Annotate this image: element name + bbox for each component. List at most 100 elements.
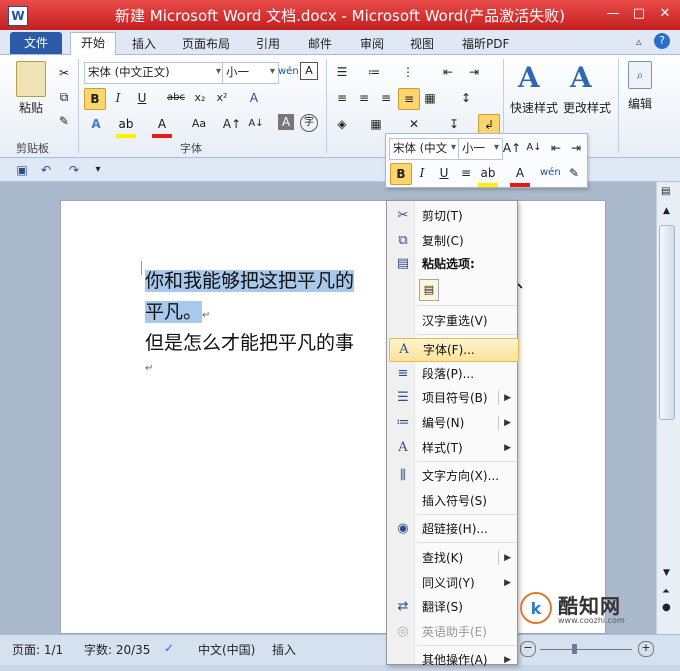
quick-styles-button[interactable]: 快速样式 (508, 99, 560, 116)
text-line-3[interactable]: 但是怎么才能把平凡的事 (145, 328, 354, 355)
menu-item-other-actions[interactable]: 其他操作(A) ▶ (389, 649, 517, 671)
minimize-button[interactable]: — (600, 4, 626, 24)
cut-icon[interactable]: ✂ (54, 63, 74, 83)
shrink-font-icon[interactable]: A↓ (246, 114, 266, 134)
phonetic-guide-icon[interactable]: wén (278, 62, 299, 82)
menu-item-bullets[interactable]: ☰ 项目符号(B) ▶ (389, 387, 517, 409)
mini-highlight-icon[interactable]: ab (478, 163, 498, 187)
mini-italic-button[interactable]: I (412, 163, 432, 183)
find-binoculars-icon[interactable]: ⌕ (628, 61, 652, 89)
scroll-down-arrow[interactable]: ▼ (663, 568, 670, 578)
close-button[interactable]: ✕ (652, 4, 678, 24)
menu-item-hyperlink[interactable]: ◉ 超链接(H)... (389, 518, 517, 540)
character-shading-icon[interactable]: A (278, 114, 294, 130)
copy-icon[interactable]: ⧉ (54, 87, 74, 107)
tab-foxit-pdf[interactable]: 福昕PDF (452, 34, 519, 54)
mini-shrink-font-icon[interactable]: A↓ (524, 138, 544, 158)
menu-item-styles[interactable]: A 样式(T) ▶ (389, 437, 517, 459)
subscript-button[interactable]: x₂ (190, 88, 210, 108)
paste-button-label[interactable]: 粘贴 (14, 99, 48, 116)
menu-item-text-direction[interactable]: ⫼ 文字方向(X)... (389, 465, 517, 487)
mini-underline-button[interactable]: U (434, 163, 454, 183)
menu-item-paragraph[interactable]: ≡ 段落(P)... (389, 363, 517, 385)
scrollbar-thumb[interactable] (659, 225, 675, 420)
minimize-ribbon-icon[interactable]: ▵ (636, 35, 642, 48)
decrease-indent-icon[interactable]: ⇤ (438, 62, 458, 82)
menu-item-translate[interactable]: ⇄ 翻译(S) (389, 596, 517, 618)
borders-icon[interactable]: ▦ (366, 114, 386, 134)
chinese-layout-icon[interactable]: ✕ (404, 114, 424, 134)
mini-increase-indent-icon[interactable]: ⇥ (566, 138, 586, 158)
menu-item-font[interactable]: A 字体(F)... (389, 338, 519, 362)
character-border-icon[interactable]: A (300, 62, 318, 80)
tab-file[interactable]: 文件 (10, 32, 63, 54)
zoom-out-icon[interactable]: − (520, 641, 536, 657)
mini-format-painter-icon[interactable]: ✎ (564, 163, 584, 183)
menu-item-find[interactable]: 查找(K) ▶ (389, 547, 517, 569)
change-styles-button[interactable]: 更改样式 (560, 99, 614, 116)
previous-page-icon[interactable]: ⏶ (662, 586, 670, 597)
document-page[interactable]: 你和我能够把这把平凡的 、 平凡。↵ 但是怎么才能把平凡的事 ↵ (60, 200, 606, 634)
help-icon[interactable]: ? (654, 33, 670, 49)
clear-formatting-icon[interactable]: Ａ (244, 88, 264, 108)
align-center-icon[interactable]: ≡ (354, 88, 374, 108)
page-count[interactable]: 页面: 1/1 (12, 641, 63, 658)
sort-icon[interactable]: ↧ (444, 114, 464, 134)
mini-decrease-indent-icon[interactable]: ⇤ (546, 138, 566, 158)
font-color-icon[interactable]: A (152, 114, 172, 138)
highlight-color-icon[interactable]: ab (116, 114, 136, 138)
maximize-button[interactable]: □ (626, 4, 652, 24)
language-indicator[interactable]: 中文(中国) (198, 641, 255, 658)
mini-grow-font-icon[interactable]: A↑ (502, 138, 522, 158)
strikethrough-button[interactable]: abc (164, 88, 188, 108)
bold-button[interactable]: B (84, 88, 106, 110)
save-icon[interactable]: ▣ (12, 160, 32, 180)
mini-center-icon[interactable]: ≡ (456, 163, 476, 183)
tab-mailings[interactable]: 邮件 (298, 34, 342, 54)
undo-icon[interactable]: ↶ (36, 160, 56, 180)
enclose-characters-icon[interactable]: 字 (300, 114, 318, 132)
line-spacing-icon[interactable]: ↕ (456, 88, 476, 108)
mini-font-combo[interactable]: 宋体 (中文 (389, 138, 460, 160)
justify-icon[interactable]: ≡ (398, 88, 420, 110)
text-effects-icon[interactable]: A (86, 114, 106, 134)
font-name-combo[interactable]: 宋体 (中文正文) (84, 62, 225, 84)
align-left-icon[interactable]: ≡ (332, 88, 352, 108)
change-case-icon[interactable]: Aa (186, 114, 212, 134)
superscript-button[interactable]: x² (212, 88, 232, 108)
text-line-1-tail[interactable]: 、 (516, 266, 535, 293)
menu-item-numbering[interactable]: ≔ 编号(N) ▶ (389, 412, 517, 434)
tab-insert[interactable]: 插入 (122, 34, 166, 54)
proofing-icon[interactable]: ✓ (164, 641, 174, 655)
distributed-icon[interactable]: ▦ (420, 88, 440, 108)
font-size-combo[interactable]: 小一 (222, 62, 279, 84)
selected-text-line-1[interactable]: 你和我能够把这把平凡的 (145, 270, 355, 292)
tab-view[interactable]: 视图 (400, 34, 444, 54)
editing-button[interactable]: 编辑 (624, 95, 656, 112)
menu-item-cut[interactable]: ✂ 剪切(T) (389, 205, 517, 227)
word-count[interactable]: 字数: 20/35 (84, 641, 150, 658)
underline-button[interactable]: U (132, 88, 152, 108)
redo-icon[interactable]: ↷ (64, 160, 84, 180)
numbering-icon[interactable]: ≔ (364, 62, 384, 82)
italic-button[interactable]: I (108, 88, 128, 108)
mini-font-color-icon[interactable]: A (510, 163, 530, 187)
menu-item-copy[interactable]: ⧉ 复制(C) (389, 230, 517, 252)
zoom-slider-thumb[interactable] (572, 644, 577, 654)
zoom-in-icon[interactable]: + (638, 641, 654, 657)
menu-item-synonyms[interactable]: 同义词(Y) ▶ (389, 572, 517, 594)
customize-toolbar-icon[interactable]: ▾ (88, 160, 108, 180)
menu-item-insert-symbol[interactable]: 插入符号(S) (389, 490, 517, 512)
tab-references[interactable]: 引用 (246, 34, 290, 54)
quick-styles-icon[interactable]: A (518, 61, 540, 94)
keep-text-paste-icon[interactable]: ▤ (419, 279, 439, 301)
bullets-icon[interactable]: ☰ (332, 62, 352, 82)
tab-home[interactable]: 开始 (70, 32, 117, 56)
paste-icon[interactable] (16, 61, 46, 97)
grow-font-icon[interactable]: A↑ (222, 114, 242, 134)
mini-size-combo[interactable]: 小一 (458, 138, 503, 160)
scroll-up-arrow[interactable]: ▲ (663, 206, 670, 216)
zoom-slider[interactable] (540, 649, 632, 650)
selected-text-line-2[interactable]: 平凡。 (145, 301, 203, 323)
increase-indent-icon[interactable]: ⇥ (464, 62, 484, 82)
